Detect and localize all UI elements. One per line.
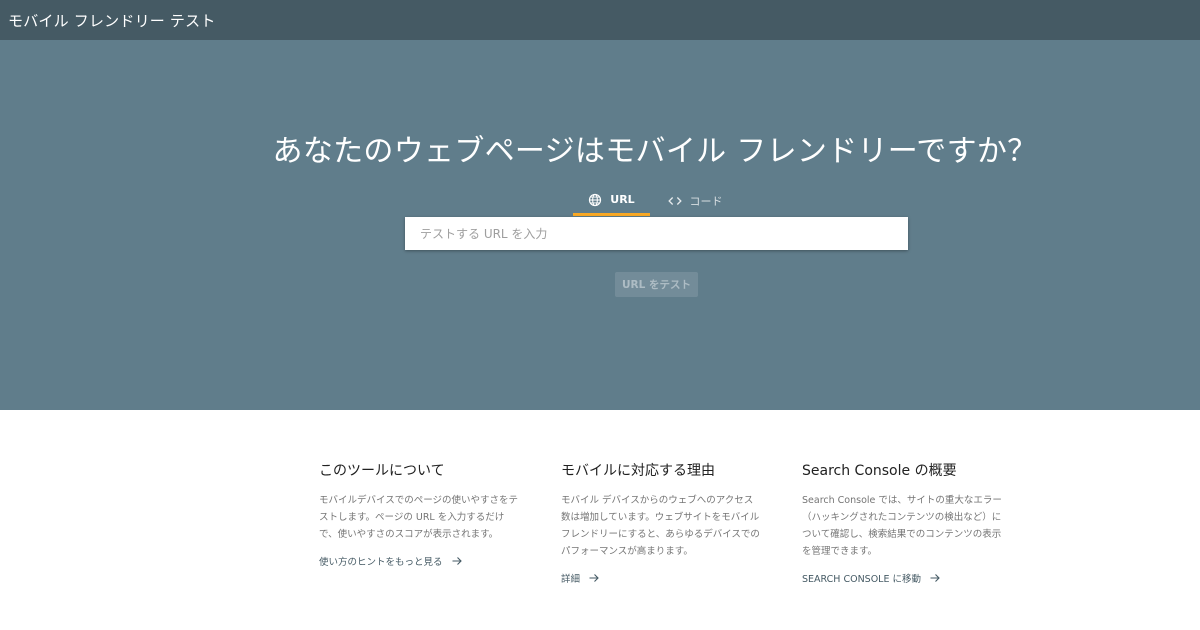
tab-code[interactable]: コード (650, 186, 740, 216)
section-title: このツールについて (319, 463, 445, 479)
search-console-link[interactable]: SEARCH CONSOLE に移動 (802, 571, 941, 585)
top-app-bar: モバイル フレンドリー テスト (0, 0, 1200, 40)
section-body: モバイル デバイスからのウェブへのアクセス数は増加しています。ウェブサイトをモバ… (561, 495, 760, 557)
globe-icon (589, 193, 602, 206)
app-title: モバイル フレンドリー テスト (8, 11, 216, 30)
input-mode-tabs: URL コード (573, 186, 740, 216)
section-title: モバイルに対応する理由 (561, 463, 715, 479)
tab-url[interactable]: URL (573, 186, 650, 216)
link-label: 使い方のヒントをもっと見る (319, 557, 443, 568)
info-section-why-mobile: モバイルに対応する理由 モバイル デバイスからのウェブへのアクセス数は増加してい… (561, 460, 761, 586)
section-body: Search Console では、サイトの重大なエラー（ハッキングされたコンテ… (802, 495, 1002, 557)
info-section-about: このツールについて モバイルデバイスでのページの使いやすさをテストします。ページ… (319, 460, 519, 569)
section-body: モバイルデバイスでのページの使いやすさをテストします。ページの URL を入力す… (319, 495, 519, 540)
tab-url-label: URL (610, 193, 635, 206)
arrow-right-icon (451, 555, 463, 567)
info-section-search-console: Search Console の概要 Search Console では、サイト… (802, 460, 1002, 586)
link-label: 詳細 (561, 574, 581, 585)
test-url-button[interactable]: URL をテスト (615, 272, 698, 297)
link-label: SEARCH CONSOLE に移動 (802, 574, 921, 585)
arrow-right-icon (588, 572, 600, 584)
url-input[interactable] (405, 217, 908, 250)
hero-headline: あなたのウェブページはモバイル フレンドリーですか？ (272, 134, 1038, 169)
tab-code-label: コード (689, 195, 723, 208)
code-icon (667, 197, 682, 205)
more-tips-link[interactable]: 使い方のヒントをもっと見る (319, 554, 463, 568)
details-link[interactable]: 詳細 (561, 571, 600, 585)
arrow-right-icon (929, 572, 941, 584)
hero-section: あなたのウェブページはモバイル フレンドリーですか？ URL コード URL を… (0, 40, 1200, 410)
section-title: Search Console の概要 (802, 463, 957, 479)
